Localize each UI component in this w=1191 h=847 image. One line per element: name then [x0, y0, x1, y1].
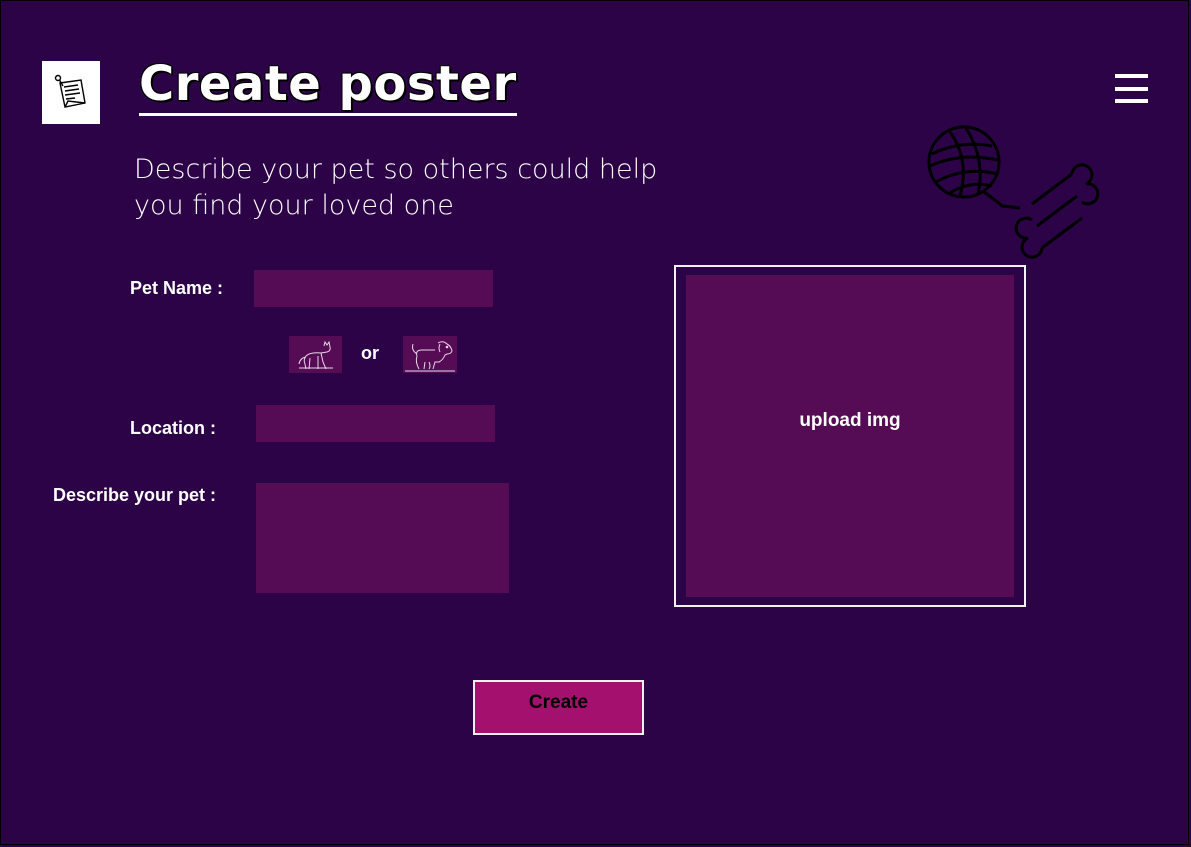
notes-pin-icon [54, 74, 86, 108]
description-label: Describe your pet : [53, 485, 217, 505]
upload-image-label: upload img [799, 410, 901, 431]
pet-name-input[interactable] [254, 270, 493, 307]
description-textarea[interactable] [256, 483, 509, 593]
dog-icon [405, 340, 455, 371]
bone-icon [1014, 163, 1100, 259]
yarn-and-bone-decoration [927, 125, 1100, 259]
page-title: Create poster [139, 55, 517, 116]
yarn-ball-icon [927, 125, 1021, 210]
create-button[interactable]: Create [473, 680, 644, 735]
page-subtitle: Describe your pet so others could help y… [134, 154, 658, 221]
location-label: Location : [130, 418, 216, 438]
cat-icon [298, 340, 333, 369]
pet-name-label: Pet Name : [130, 278, 224, 298]
logo [42, 61, 100, 124]
cat-option-button[interactable] [289, 336, 342, 373]
or-separator: or [361, 343, 379, 363]
dog-option-button[interactable] [403, 336, 457, 373]
location-input[interactable] [256, 405, 495, 442]
hamburger-menu-icon[interactable] [1115, 74, 1148, 103]
upload-image-dropzone[interactable]: upload img [686, 275, 1014, 597]
upload-image-area[interactable]: upload img [674, 265, 1026, 607]
